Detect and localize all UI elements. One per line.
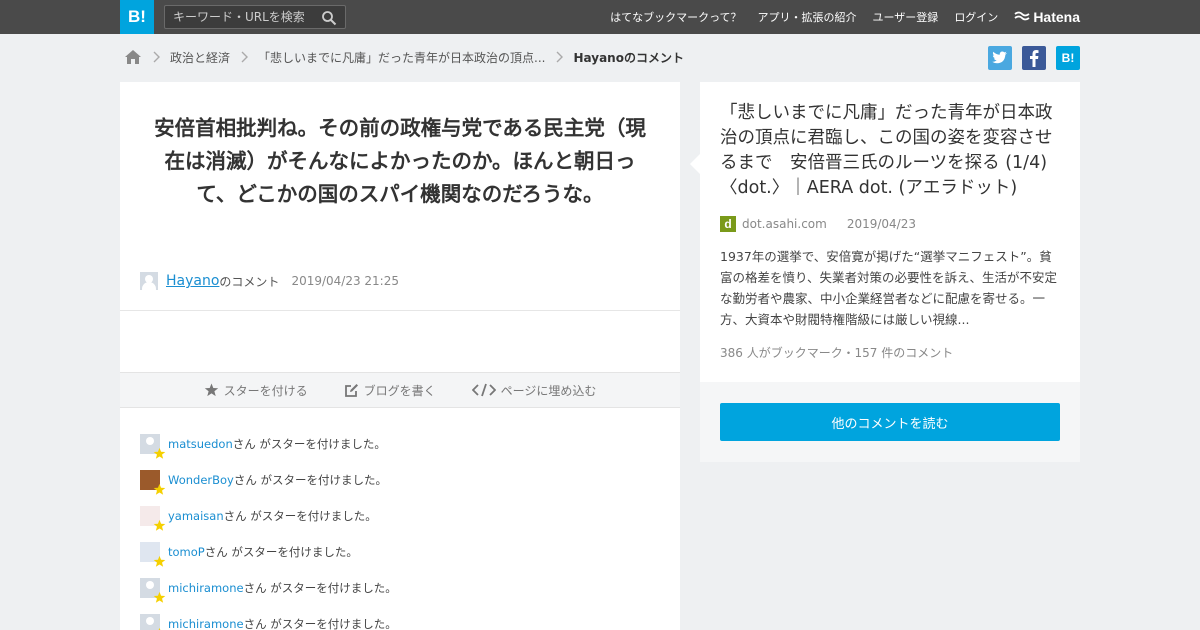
comment-suffix: のコメント xyxy=(219,274,280,289)
avatar[interactable] xyxy=(140,542,166,567)
write-blog-button[interactable]: ブログを書く xyxy=(344,382,436,399)
star-user-link[interactable]: michiramone xyxy=(168,581,244,595)
star-icon xyxy=(153,519,166,531)
read-more-section: 他のコメントを読む xyxy=(700,382,1080,462)
search-box[interactable] xyxy=(164,5,346,29)
breadcrumb: 政治と経済 「悲しいまでに凡庸」だった青年が日本政治の頂点... Hayanoの… xyxy=(124,46,684,68)
hatena-bookmark-logo[interactable]: B! xyxy=(120,0,154,34)
twitter-share-button[interactable] xyxy=(988,46,1012,70)
comment-user-link[interactable]: Hayano xyxy=(166,273,219,289)
star-icon xyxy=(153,447,166,459)
write-blog-label: ブログを書く xyxy=(363,383,436,398)
site-favicon-icon: d xyxy=(720,216,736,232)
list-item: WonderBoy さん がスターを付けました。 xyxy=(140,462,660,498)
star-icon xyxy=(204,383,218,397)
star-text: さん がスターを付けました。 xyxy=(243,581,397,595)
facebook-icon xyxy=(1030,50,1039,67)
home-icon[interactable] xyxy=(124,49,142,65)
star-user-link[interactable]: matsuedon xyxy=(168,437,233,451)
chevron-right-icon xyxy=(241,51,249,63)
code-icon xyxy=(471,383,496,397)
star-list: matsuedon さん がスターを付けました。 WonderBoy さん がス… xyxy=(140,426,660,630)
edit-icon xyxy=(344,383,358,397)
embed-label: ページに埋め込む xyxy=(500,383,597,398)
bookmark-count-link[interactable]: 386 人がブックマーク・157 件のコメント xyxy=(720,344,953,361)
comment-text: 安倍首相批判ね。その前の政権与党である民主党（現在は消滅）がそんなによかったのか… xyxy=(154,116,646,206)
entry-domain-link[interactable]: dot.asahi.com xyxy=(742,217,827,231)
avatar[interactable] xyxy=(140,614,161,630)
comment-card: 安倍首相批判ね。その前の政権与党である民主党（現在は消滅）がそんなによかったのか… xyxy=(120,82,680,630)
star-text: さん がスターを付けました。 xyxy=(204,545,358,559)
facebook-share-button[interactable] xyxy=(1022,46,1046,70)
breadcrumb-entry[interactable]: 「悲しいまでに凡庸」だった青年が日本政治の頂点... xyxy=(258,49,545,66)
entry-date: 2019/04/23 xyxy=(846,217,916,231)
nav-signup[interactable]: ユーザー登録 xyxy=(873,9,939,25)
star-text: さん がスターを付けました。 xyxy=(223,509,377,523)
embed-button[interactable]: ページに埋め込む xyxy=(471,382,597,399)
hatena-share-button[interactable]: B! xyxy=(1056,46,1080,70)
star-text: さん がスターを付けました。 xyxy=(233,473,388,487)
nav-about[interactable]: はてなブックマークって？ xyxy=(610,9,741,25)
hatena-brand-label: Hatena xyxy=(1033,9,1080,25)
add-star-label: スターを付ける xyxy=(223,383,308,398)
read-more-button[interactable]: 他のコメントを読む xyxy=(720,403,1060,441)
nav-apps[interactable]: アプリ・拡張の紹介 xyxy=(758,9,857,25)
avatar[interactable] xyxy=(140,506,166,531)
chevron-right-icon xyxy=(153,51,160,63)
list-item: michiramone さん がスターを付けました。 xyxy=(140,606,660,630)
star-text: さん がスターを付けました。 xyxy=(243,617,397,630)
star-user-link[interactable]: WonderBoy xyxy=(168,473,234,487)
list-item: matsuedon さん がスターを付けました。 xyxy=(140,426,660,462)
avatar[interactable] xyxy=(140,578,166,603)
top-header: B! はてなブックマークって？ アプリ・拡張の紹介 ユーザー登録 ログイン Ha… xyxy=(0,0,1200,34)
star-icon xyxy=(153,591,166,603)
share-buttons: B! xyxy=(978,46,1080,70)
avatar[interactable] xyxy=(140,470,166,495)
hatena-brand[interactable]: Hatena xyxy=(1014,9,1080,25)
avatar[interactable] xyxy=(140,272,158,290)
entry-card: 「悲しいまでに凡庸」だった青年が日本政治の頂点に君臨し、この国の姿を変容させるま… xyxy=(690,82,1080,382)
divider xyxy=(120,310,680,311)
comment-date: 2019/04/23 21:25 xyxy=(291,274,399,288)
hatena-logo-icon xyxy=(1014,11,1030,21)
nav-login[interactable]: ログイン xyxy=(954,9,998,25)
star-user-link[interactable]: yamaisan xyxy=(168,509,224,523)
chevron-right-icon xyxy=(556,51,564,63)
search-input[interactable] xyxy=(165,6,315,28)
star-text: さん がスターを付けました。 xyxy=(232,437,386,451)
entry-title-link[interactable]: 「悲しいまでに凡庸」だった青年が日本政治の頂点に君臨し、この国の姿を変容させるま… xyxy=(720,101,1064,201)
list-item: yamaisan さん がスターを付けました。 xyxy=(140,498,660,534)
breadcrumb-current: Hayanoのコメント xyxy=(573,50,684,65)
comment-meta: Hayano のコメント 2019/04/23 21:25 xyxy=(140,271,399,291)
search-icon[interactable] xyxy=(321,10,337,26)
star-user-link[interactable]: tomoP xyxy=(168,545,205,559)
twitter-icon xyxy=(992,51,1007,64)
header-nav: はてなブックマークって？ アプリ・拡張の紹介 ユーザー登録 ログイン Haten… xyxy=(594,0,1080,34)
star-icon xyxy=(153,483,166,495)
list-item: michiramone さん がスターを付けました。 xyxy=(140,570,660,606)
breadcrumb-category[interactable]: 政治と経済 xyxy=(170,49,230,66)
avatar[interactable] xyxy=(140,434,166,459)
entry-source: d dot.asahi.com 2019/04/23 xyxy=(720,216,916,232)
add-star-button[interactable]: スターを付ける xyxy=(204,382,308,399)
list-item: tomoP さん がスターを付けました。 xyxy=(140,534,660,570)
comment-actions: スターを付ける ブログを書く ページに埋め込む xyxy=(120,372,680,408)
star-user-link[interactable]: michiramone xyxy=(168,617,244,630)
star-icon xyxy=(153,555,166,567)
entry-summary: 1937年の選挙で、安倍寛が掲げた“選挙マニフェスト”。貧富の格差を憤り、失業者… xyxy=(720,249,1058,327)
